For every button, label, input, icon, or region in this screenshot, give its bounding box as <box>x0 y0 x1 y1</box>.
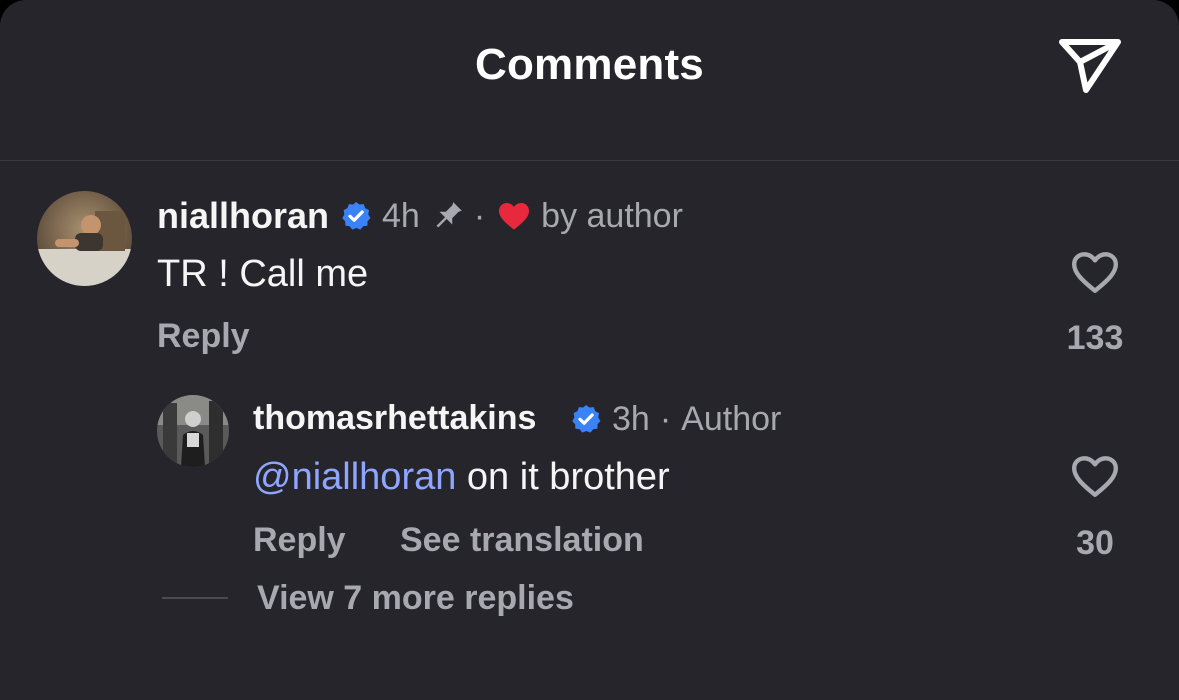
comment-like-button[interactable] <box>1067 244 1123 300</box>
verified-badge-icon <box>342 202 371 230</box>
comment-time: 4h <box>382 196 420 235</box>
heart-outline-icon <box>1071 252 1119 293</box>
comment-reply-button[interactable]: Reply <box>157 317 250 356</box>
header-title: Comments <box>475 40 704 89</box>
share-button[interactable] <box>1052 32 1130 98</box>
red-heart-icon <box>499 203 530 230</box>
avatar-niallhoran[interactable] <box>37 191 132 286</box>
meta-separator: · <box>659 399 672 438</box>
verified-badge-icon <box>572 405 601 433</box>
comment-username[interactable]: niallhoran <box>157 195 329 237</box>
comments-header: Comments <box>0 0 1179 160</box>
view-more-replies-button[interactable]: View 7 more replies <box>257 579 574 618</box>
meta-separator: · <box>473 196 486 235</box>
pin-icon <box>436 202 462 228</box>
reply-time: 3h <box>612 399 650 438</box>
avatar-thomasrhettakins[interactable] <box>157 395 229 467</box>
reply-text: @niallhoran on it brother <box>253 456 670 499</box>
comment-text: TR ! Call me <box>157 253 369 295</box>
author-tag: Author <box>681 399 782 438</box>
comment-meta: 4h · by author <box>340 195 683 237</box>
reply-reply-button[interactable]: Reply <box>253 521 346 560</box>
reply-username[interactable]: thomasrhettakins <box>253 399 536 438</box>
see-translation-button[interactable]: See translation <box>400 521 644 560</box>
comments-sheet: Comments niallhoran 4h · by author TR ! … <box>0 0 1179 700</box>
reply-meta: 3h · Author <box>570 398 781 440</box>
header-divider <box>0 160 1179 161</box>
paper-plane-icon <box>1059 39 1121 93</box>
comment-like-count: 133 <box>1066 319 1124 357</box>
view-more-line <box>162 597 228 599</box>
mention-link[interactable]: @niallhoran <box>253 456 456 498</box>
heart-outline-icon <box>1071 456 1119 497</box>
reply-like-count: 30 <box>1076 524 1114 562</box>
reply-text-content: on it brother <box>466 456 670 498</box>
reply-like-button[interactable] <box>1067 448 1123 504</box>
liked-by-author-text: by author <box>541 196 683 235</box>
